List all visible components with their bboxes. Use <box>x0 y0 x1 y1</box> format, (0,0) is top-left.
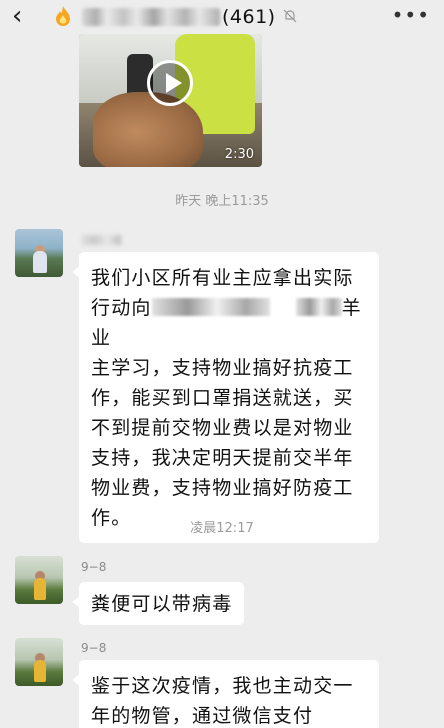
avatar[interactable] <box>15 638 63 686</box>
message-line: 不到提前交物业费以是对物业 <box>91 417 354 439</box>
message-bubble[interactable]: 鉴于这次疫情，我也主动交一 年的物管，通过微信支付 <box>72 660 379 728</box>
message-line: 物业费，支持物业搞好防疫工 <box>91 477 354 499</box>
avatar-figure <box>34 660 46 682</box>
chat-header: ‹ (461) ••• <box>0 0 444 34</box>
avatar[interactable] <box>15 556 63 604</box>
redacted-group-name <box>82 8 220 26</box>
fire-group-icon <box>56 6 70 26</box>
video-message[interactable]: 2:30 <box>79 34 262 167</box>
avatar[interactable] <box>15 229 63 277</box>
timestamp: 凌晨12:17 <box>190 521 254 536</box>
avatar-figure <box>33 251 47 273</box>
back-chevron-icon[interactable]: ‹ <box>12 3 38 29</box>
message-line: 支持，我决定明天提前交半年 <box>91 447 354 469</box>
message-bubble[interactable]: 我们小区所有业主应拿出实际 行动向 羊业 主学习，支持物业搞好抗疫工 作，能买到口… <box>72 252 379 543</box>
message-bubble[interactable]: 粪便可以带病毒 <box>71 582 245 625</box>
message-line: 我们小区所有业主应拿出实际 <box>91 267 354 289</box>
message-line: 鉴于这次疫情，我也主动交一 <box>91 675 354 697</box>
redacted-sender-name <box>81 235 121 245</box>
chat-title: (461) <box>82 4 276 30</box>
redacted-text <box>295 298 342 316</box>
sender-name: 9−8 <box>81 641 107 655</box>
message-line: 行动向 羊业 <box>91 293 367 353</box>
play-icon[interactable] <box>147 60 193 106</box>
message-line: 主学习，支持物业搞好抗疫工 <box>91 357 354 379</box>
bell-off-icon <box>283 9 297 23</box>
avatar-figure <box>34 578 46 600</box>
message-line: 作，能买到口罩捐送就送，买 <box>91 387 354 409</box>
message-line: 年的物管，通过微信支付 <box>91 705 314 727</box>
message-text: 行动向 <box>91 297 152 319</box>
sender-name: 9−8 <box>81 560 107 574</box>
message-text: 粪便可以带病毒 <box>91 593 233 615</box>
redacted-text <box>151 298 270 316</box>
member-count: (461) <box>222 6 276 28</box>
video-duration: 2:30 <box>224 147 254 162</box>
timestamp: 昨天 晚上11:35 <box>175 194 269 209</box>
video-frame-cow <box>93 92 203 167</box>
more-options-button[interactable]: ••• <box>392 2 430 28</box>
